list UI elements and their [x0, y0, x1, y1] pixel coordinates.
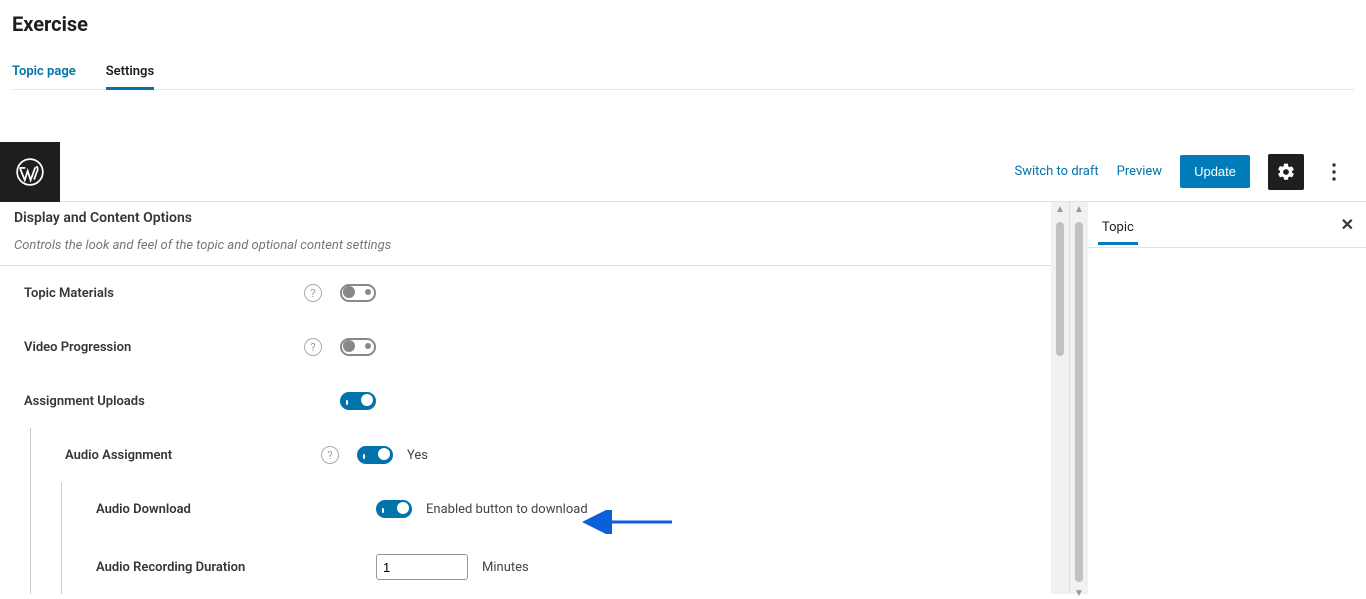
- audio-assignment-label: Audio Assignment: [55, 448, 321, 463]
- top-tabs: Topic page Settings: [12, 54, 1354, 90]
- assignment-uploads-toggle[interactable]: [340, 392, 376, 410]
- page-title: Exercise: [12, 12, 1354, 36]
- gear-icon: [1276, 162, 1296, 182]
- help-icon[interactable]: ?: [304, 284, 322, 302]
- inspector-scrollbar[interactable]: ▲ ▼: [1070, 202, 1088, 594]
- option-audio-recording-duration: Audio Recording Duration Minutes: [62, 536, 1051, 594]
- video-progression-toggle[interactable]: [340, 338, 376, 356]
- preview-link[interactable]: Preview: [1117, 164, 1162, 179]
- audio-recording-duration-unit: Minutes: [482, 560, 529, 575]
- more-options-button[interactable]: [1322, 154, 1346, 190]
- assignment-uploads-label: Assignment Uploads: [24, 394, 304, 409]
- scroll-up-icon: ▲: [1055, 204, 1065, 215]
- update-button[interactable]: Update: [1180, 155, 1250, 188]
- option-topic-materials: Topic Materials ?: [0, 266, 1051, 320]
- wordpress-icon: [16, 158, 44, 186]
- option-assignment-uploads: Assignment Uploads: [0, 374, 1051, 428]
- section-description: Controls the look and feel of the topic …: [0, 228, 1051, 266]
- option-audio-download: Audio Download Enabled button to downloa…: [62, 482, 1051, 536]
- settings-button[interactable]: [1268, 154, 1304, 190]
- audio-assignment-value: Yes: [407, 448, 428, 463]
- close-icon: ✕: [1341, 215, 1354, 234]
- scroll-up-icon: ▲: [1074, 204, 1084, 215]
- tab-settings[interactable]: Settings: [106, 54, 154, 89]
- switch-to-draft-link[interactable]: Switch to draft: [1014, 164, 1098, 179]
- audio-assignment-toggle[interactable]: [357, 446, 393, 464]
- annotation-arrow: [576, 510, 676, 534]
- editor-top-bar: Switch to draft Preview Update: [0, 142, 1366, 202]
- option-video-progression: Video Progression ?: [0, 320, 1051, 374]
- inspector-tab-topic[interactable]: Topic: [1088, 206, 1148, 244]
- inspector-panel: Topic ✕: [1088, 202, 1366, 594]
- audio-recording-duration-label: Audio Recording Duration: [86, 560, 376, 575]
- option-audio-assignment: Audio Assignment ? Yes: [31, 428, 1051, 482]
- audio-recording-duration-input[interactable]: [376, 554, 468, 580]
- topic-materials-toggle[interactable]: [340, 284, 376, 302]
- help-icon[interactable]: ?: [304, 338, 322, 356]
- tab-topic-page[interactable]: Topic page: [12, 54, 76, 89]
- audio-download-description: Enabled button to download: [426, 502, 588, 517]
- audio-download-toggle[interactable]: [376, 500, 412, 518]
- main-content-scroll[interactable]: Display and Content Options Controls the…: [0, 202, 1051, 594]
- help-icon[interactable]: ?: [321, 446, 339, 464]
- close-inspector-button[interactable]: ✕: [1329, 203, 1366, 246]
- video-progression-label: Video Progression: [24, 340, 304, 355]
- topic-materials-label: Topic Materials: [24, 286, 304, 301]
- audio-download-label: Audio Download: [86, 502, 376, 517]
- main-scrollbar[interactable]: ▲: [1051, 202, 1069, 594]
- section-heading: Display and Content Options: [0, 202, 1051, 228]
- wordpress-logo[interactable]: [0, 142, 60, 202]
- vertical-dots-icon: [1332, 163, 1336, 181]
